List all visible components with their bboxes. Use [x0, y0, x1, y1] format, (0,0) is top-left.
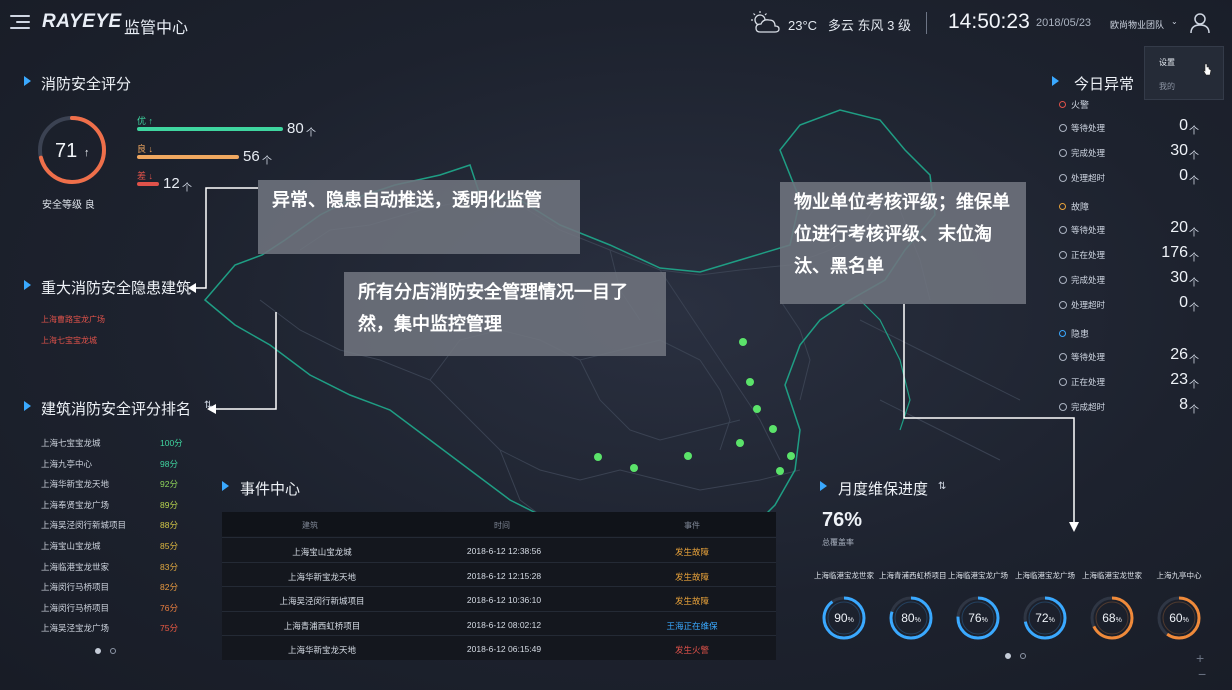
callout-push: 异常、隐患自动推送，透明化监管	[258, 180, 580, 254]
callout-overview: 所有分店消防安全管理情况一目了然，集中监控管理	[344, 272, 666, 356]
callout-rating: 物业单位考核评级；维保单位进行考核评级、末位淘汰、黑名单	[780, 182, 1026, 304]
